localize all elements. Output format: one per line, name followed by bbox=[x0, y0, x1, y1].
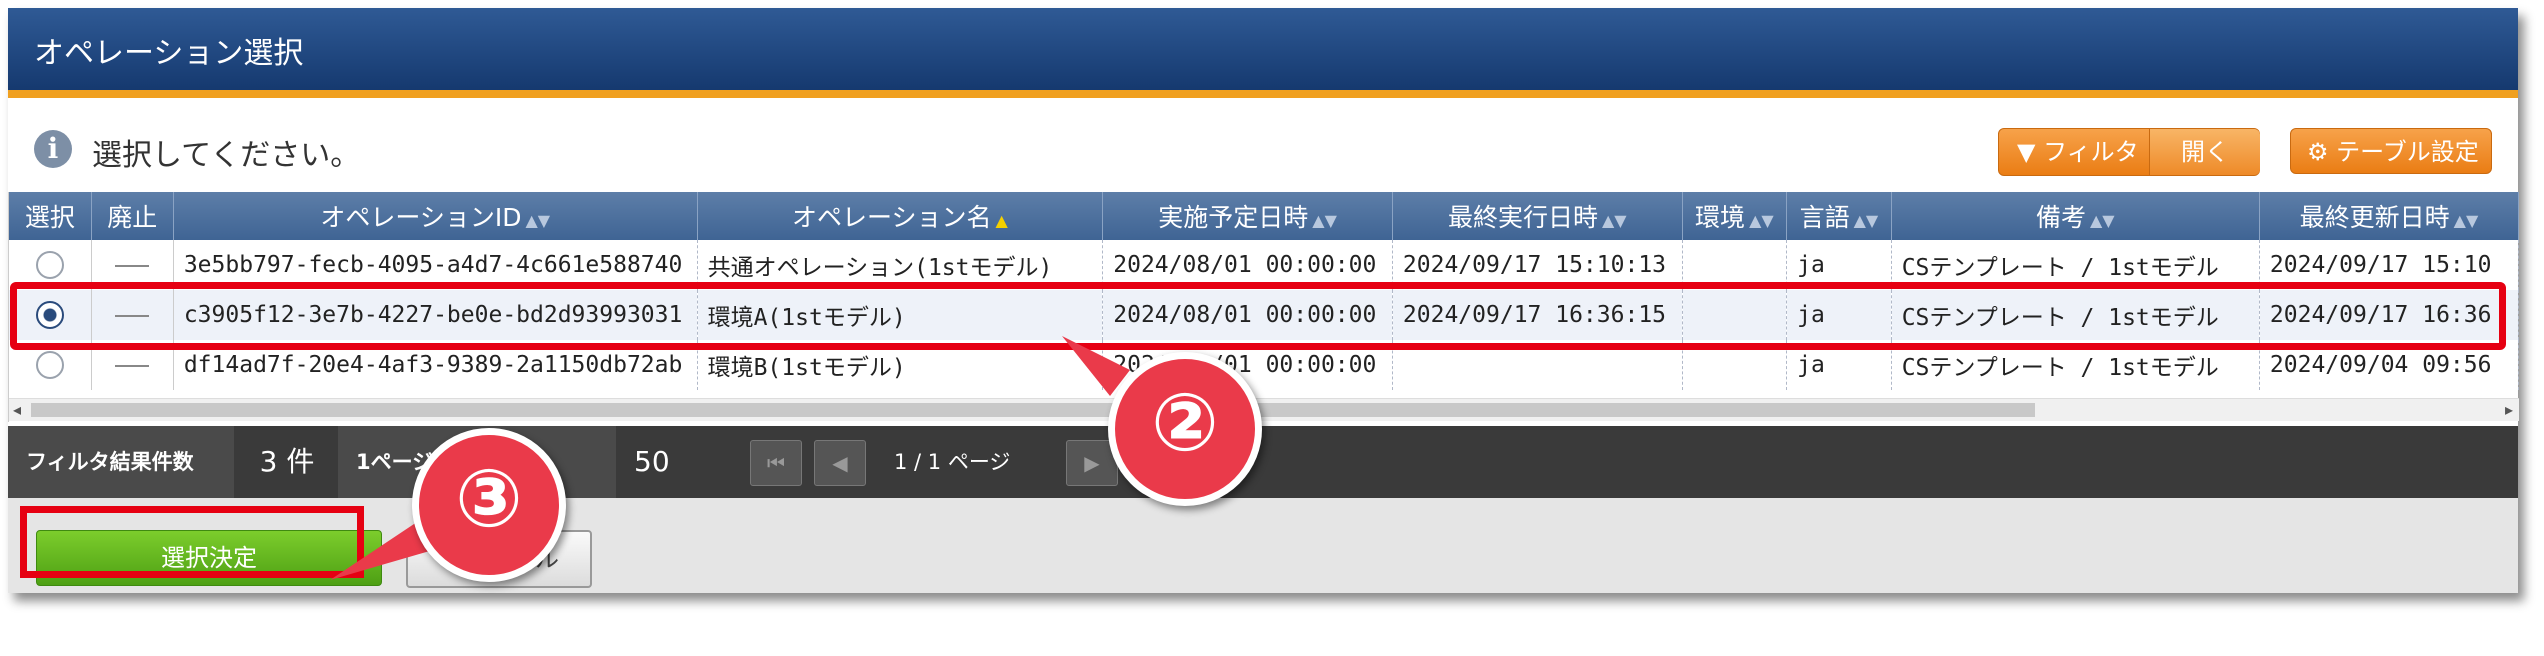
callout-pointers bbox=[330, 336, 1130, 580]
callout-2: ② bbox=[1108, 352, 1262, 506]
callout-3: ③ bbox=[412, 428, 566, 582]
